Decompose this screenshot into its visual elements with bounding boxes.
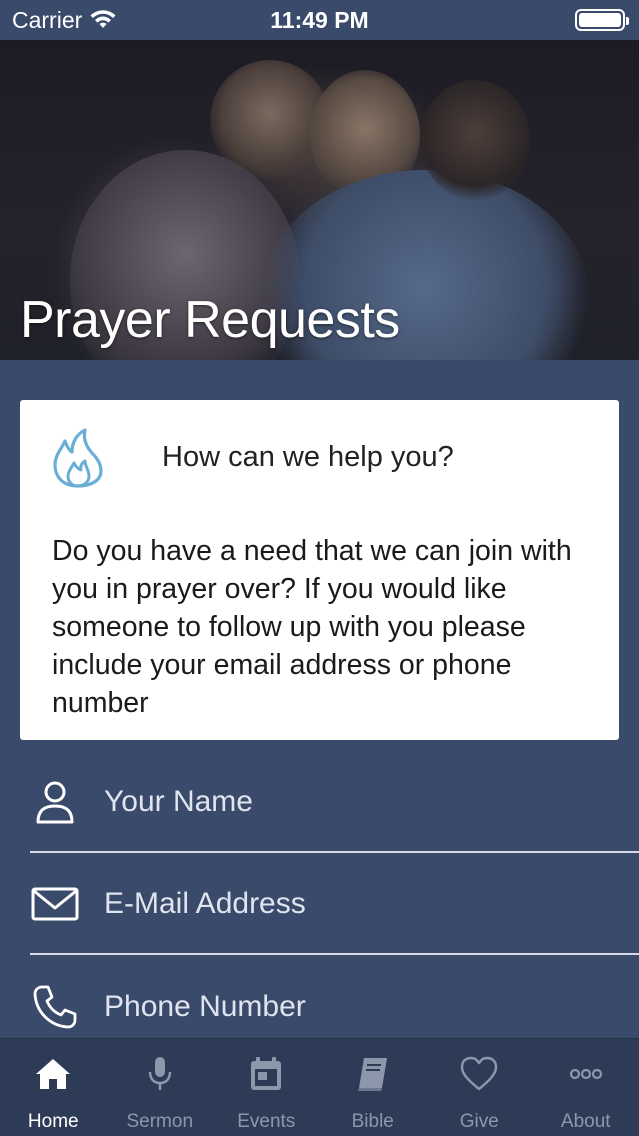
name-field-row (30, 752, 639, 853)
heart-icon (461, 1056, 498, 1091)
tab-label-bible: Bible (351, 1111, 394, 1132)
tab-about[interactable]: About (533, 1039, 639, 1136)
tab-label-give: Give (459, 1111, 499, 1132)
card-header: How can we help you? (52, 400, 587, 515)
tab-home[interactable]: Home (0, 1039, 107, 1136)
tab-events[interactable]: Events (213, 1039, 320, 1136)
tab-sermon[interactable]: Sermon (107, 1039, 214, 1136)
tab-label-sermon: Sermon (126, 1111, 194, 1132)
microphone-icon (148, 1057, 171, 1090)
carrier-label: Carrier (12, 6, 83, 33)
more-icon (569, 1068, 602, 1080)
tab-bar: Home Sermon Events Bible Give About (0, 1038, 639, 1136)
email-field-row (30, 854, 639, 955)
battery-icon (575, 9, 629, 31)
tab-bible[interactable]: Bible (320, 1039, 427, 1136)
name-input[interactable] (104, 784, 584, 819)
page-title: Prayer Requests (20, 291, 400, 349)
envelope-icon (30, 882, 80, 926)
email-input[interactable] (104, 886, 584, 921)
tab-label-about: About (560, 1111, 611, 1132)
status-bar: Carrier 11:49 PM (0, 0, 639, 40)
home-icon (36, 1059, 71, 1089)
tab-label-home: Home (27, 1111, 79, 1132)
hero-banner: Prayer Requests (0, 40, 639, 360)
tab-label-events: Events (237, 1111, 296, 1132)
phone-input[interactable] (104, 989, 584, 1024)
phone-icon (30, 985, 80, 1029)
person-icon (30, 780, 80, 824)
wifi-icon (90, 10, 116, 28)
status-left: Carrier (12, 7, 116, 34)
book-icon (357, 1058, 387, 1091)
card-heading: How can we help you? (162, 441, 454, 473)
fire-icon (53, 427, 103, 488)
card-body-text: Do you have a need that we can join with… (52, 535, 572, 719)
calendar-icon (251, 1057, 282, 1090)
info-card: How can we help you? Do you have a need … (20, 400, 619, 740)
tab-give[interactable]: Give (426, 1039, 533, 1136)
